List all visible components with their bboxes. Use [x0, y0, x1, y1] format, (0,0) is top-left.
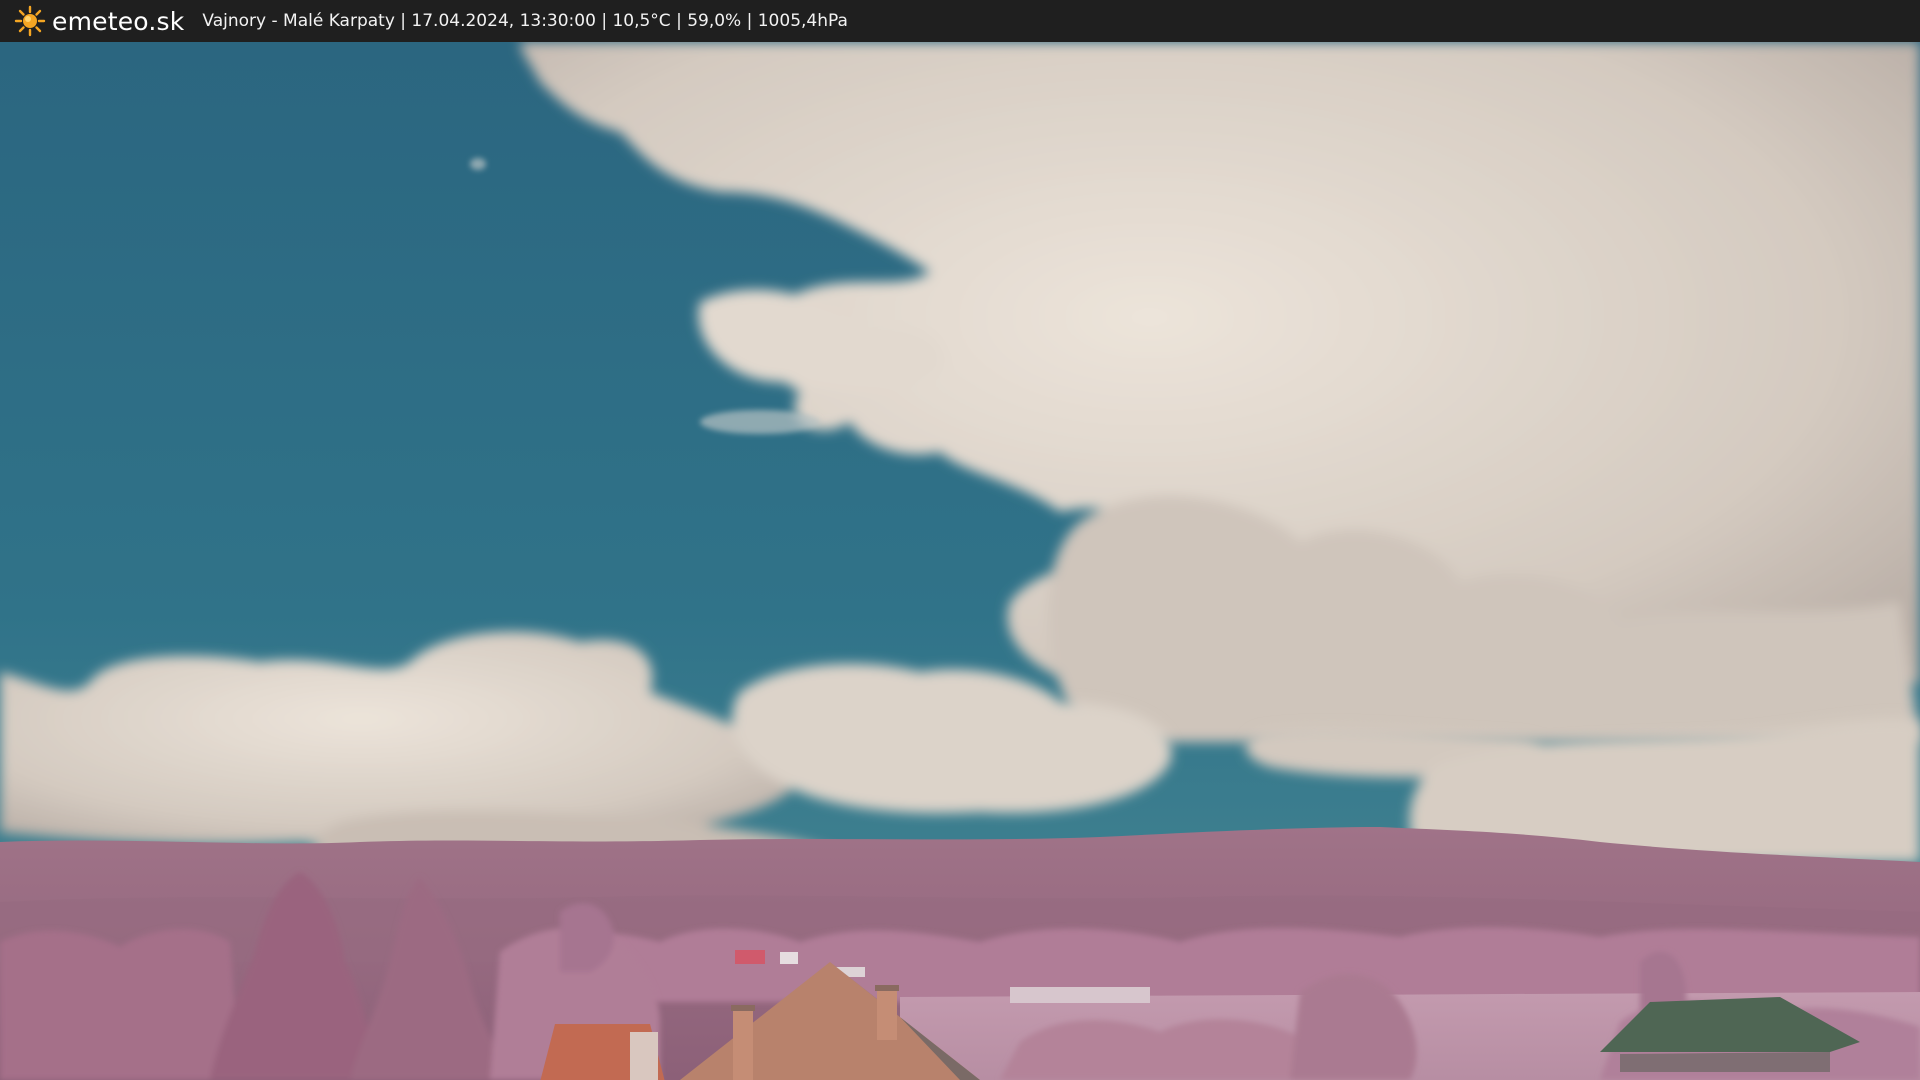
weather-caption: Vajnory - Malé Karpaty | 17.04.2024, 13:…: [202, 11, 848, 31]
tree-line: [520, 927, 1920, 1002]
webcam-image: [0, 42, 1920, 1080]
sun-icon: [14, 5, 46, 37]
brand-name: emeteo.sk: [52, 6, 185, 36]
brand-logo[interactable]: emeteo.sk: [14, 5, 184, 37]
camera-header-bar: emeteo.sk Vajnory - Malé Karpaty | 17.04…: [0, 0, 1920, 42]
house-small: [540, 1024, 665, 1080]
